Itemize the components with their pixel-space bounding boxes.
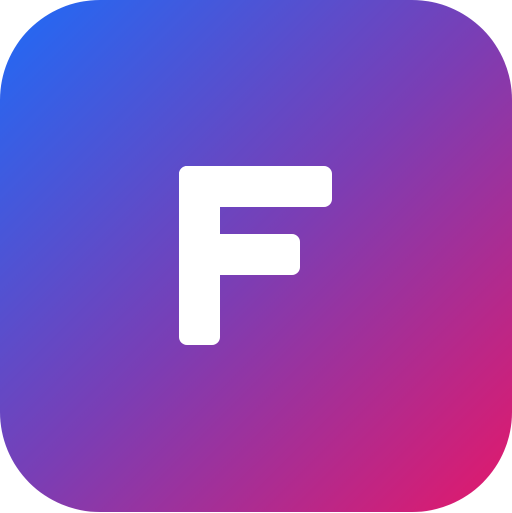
letter-f-middle-bar	[179, 234, 300, 275]
letter-f-top-bar	[179, 166, 332, 207]
app-icon-graphic	[0, 0, 512, 512]
app-icon[interactable]: F	[0, 0, 512, 512]
